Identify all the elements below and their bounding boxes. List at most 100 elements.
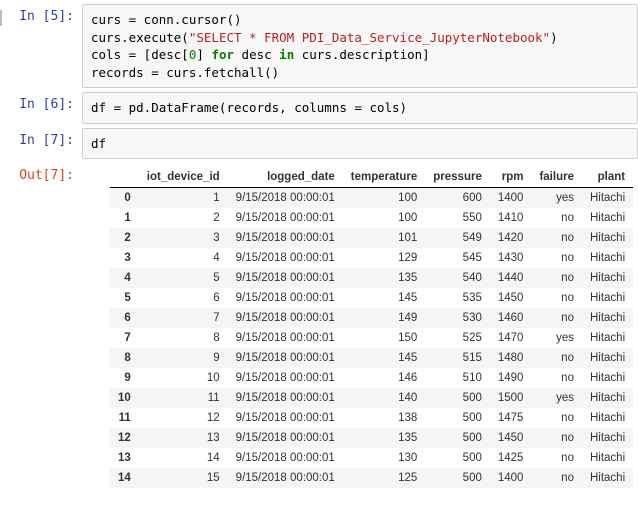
table-row: 10119/15/2018 00:00:011405001500yesHitac… — [110, 388, 633, 408]
row-index: 8 — [110, 348, 139, 368]
row-index: 5 — [110, 288, 139, 308]
table-cell: 500 — [425, 408, 490, 428]
table-row: 459/15/2018 00:00:011355401440noHitachi — [110, 268, 633, 288]
table-cell: 13 — [139, 428, 228, 448]
table-cell: 1420 — [490, 228, 532, 248]
table-cell: 500 — [425, 428, 490, 448]
table-cell: no — [531, 228, 582, 248]
table-cell: 9/15/2018 00:00:01 — [228, 368, 343, 388]
table-cell: 1500 — [490, 388, 532, 408]
table-body: 019/15/2018 00:00:011006001400yesHitachi… — [110, 188, 633, 489]
table-cell: 146 — [343, 368, 425, 388]
table-cell: 101 — [343, 228, 425, 248]
table-cell: 3 — [139, 228, 228, 248]
table-cell: 510 — [425, 368, 490, 388]
table-cell: Hitachi — [582, 268, 633, 288]
code-fragment: curs.description] — [294, 47, 429, 62]
table-cell: 10 — [139, 368, 228, 388]
table-cell: 500 — [425, 468, 490, 488]
table-cell: 550 — [425, 208, 490, 228]
code-line: df = pd.DataFrame(records, columns = col… — [91, 100, 407, 115]
column-header: pressure — [425, 167, 490, 188]
table-row: 569/15/2018 00:00:011455351450noHitachi — [110, 288, 633, 308]
code-keyword: in — [279, 47, 294, 62]
table-cell: 9/15/2018 00:00:01 — [228, 228, 343, 248]
row-index: 0 — [110, 188, 139, 209]
table-cell: 135 — [343, 428, 425, 448]
table-cell: 600 — [425, 188, 490, 209]
code-line: curs = conn.cursor() — [91, 12, 242, 27]
row-index: 6 — [110, 308, 139, 328]
table-cell: 100 — [343, 208, 425, 228]
table-cell: 149 — [343, 308, 425, 328]
row-index: 3 — [110, 248, 139, 268]
table-cell: Hitachi — [582, 288, 633, 308]
table-row: 679/15/2018 00:00:011495301460noHitachi — [110, 308, 633, 328]
table-cell: 1 — [139, 188, 228, 209]
code-fragment: ) — [550, 30, 558, 45]
table-cell: Hitachi — [582, 188, 633, 209]
table-row: 11129/15/2018 00:00:011385001475noHitach… — [110, 408, 633, 428]
table-cell: Hitachi — [582, 408, 633, 428]
table-cell: 9/15/2018 00:00:01 — [228, 428, 343, 448]
table-cell: 500 — [425, 448, 490, 468]
table-cell: no — [531, 248, 582, 268]
table-cell: 6 — [139, 288, 228, 308]
row-index: 10 — [110, 388, 139, 408]
table-cell: 549 — [425, 228, 490, 248]
table-cell: yes — [531, 388, 582, 408]
table-cell: Hitachi — [582, 348, 633, 368]
table-cell: 1460 — [490, 308, 532, 328]
table-cell: 130 — [343, 448, 425, 468]
table-cell: 9/15/2018 00:00:01 — [228, 268, 343, 288]
table-cell: no — [531, 408, 582, 428]
table-cell: 530 — [425, 308, 490, 328]
table-cell: 145 — [343, 288, 425, 308]
table-row: 789/15/2018 00:00:011505251470yesHitachi — [110, 328, 633, 348]
table-cell: 1425 — [490, 448, 532, 468]
code-input-5[interactable]: curs = conn.cursor() curs.execute("SELEC… — [82, 4, 638, 88]
table-cell: 1470 — [490, 328, 532, 348]
code-cell-7: In [7]: df — [0, 128, 638, 160]
table-cell: 8 — [139, 328, 228, 348]
row-index: 14 — [110, 468, 139, 488]
table-cell: 1440 — [490, 268, 532, 288]
table-row: 899/15/2018 00:00:011455151480noHitachi — [110, 348, 633, 368]
output-prompt-7: Out[7]: — [0, 163, 82, 488]
table-cell: 1410 — [490, 208, 532, 228]
row-index: 13 — [110, 448, 139, 468]
code-input-7[interactable]: df — [82, 128, 638, 160]
table-cell: 9/15/2018 00:00:01 — [228, 448, 343, 468]
table-cell: no — [531, 368, 582, 388]
table-cell: 9/15/2018 00:00:01 — [228, 188, 343, 209]
table-cell: yes — [531, 188, 582, 209]
table-cell: Hitachi — [582, 228, 633, 248]
table-cell: 9/15/2018 00:00:01 — [228, 468, 343, 488]
dataframe-table: iot_device_idlogged_datetemperaturepress… — [110, 167, 633, 488]
row-index: 11 — [110, 408, 139, 428]
table-cell: 100 — [343, 188, 425, 209]
table-cell: no — [531, 208, 582, 228]
table-cell: 9/15/2018 00:00:01 — [228, 408, 343, 428]
table-cell: 9/15/2018 00:00:01 — [228, 208, 343, 228]
table-cell: Hitachi — [582, 428, 633, 448]
table-cell: 140 — [343, 388, 425, 408]
table-cell: 1475 — [490, 408, 532, 428]
code-input-6[interactable]: df = pd.DataFrame(records, columns = col… — [82, 92, 638, 124]
table-row: 349/15/2018 00:00:011295451430noHitachi — [110, 248, 633, 268]
table-cell: no — [531, 448, 582, 468]
table-row: 13149/15/2018 00:00:011305001425noHitach… — [110, 448, 633, 468]
table-cell: 1400 — [490, 188, 532, 209]
table-cell: 135 — [343, 268, 425, 288]
table-cell: no — [531, 428, 582, 448]
code-fragment: cols = [desc[ — [91, 47, 189, 62]
column-header: logged_date — [228, 167, 343, 188]
row-index: 1 — [110, 208, 139, 228]
table-cell: no — [531, 268, 582, 288]
table-cell: 1400 — [490, 468, 532, 488]
table-cell: 9/15/2018 00:00:01 — [228, 308, 343, 328]
table-cell: 15 — [139, 468, 228, 488]
table-cell: 9/15/2018 00:00:01 — [228, 348, 343, 368]
column-header: failure — [531, 167, 582, 188]
code-fragment: desc — [234, 47, 279, 62]
